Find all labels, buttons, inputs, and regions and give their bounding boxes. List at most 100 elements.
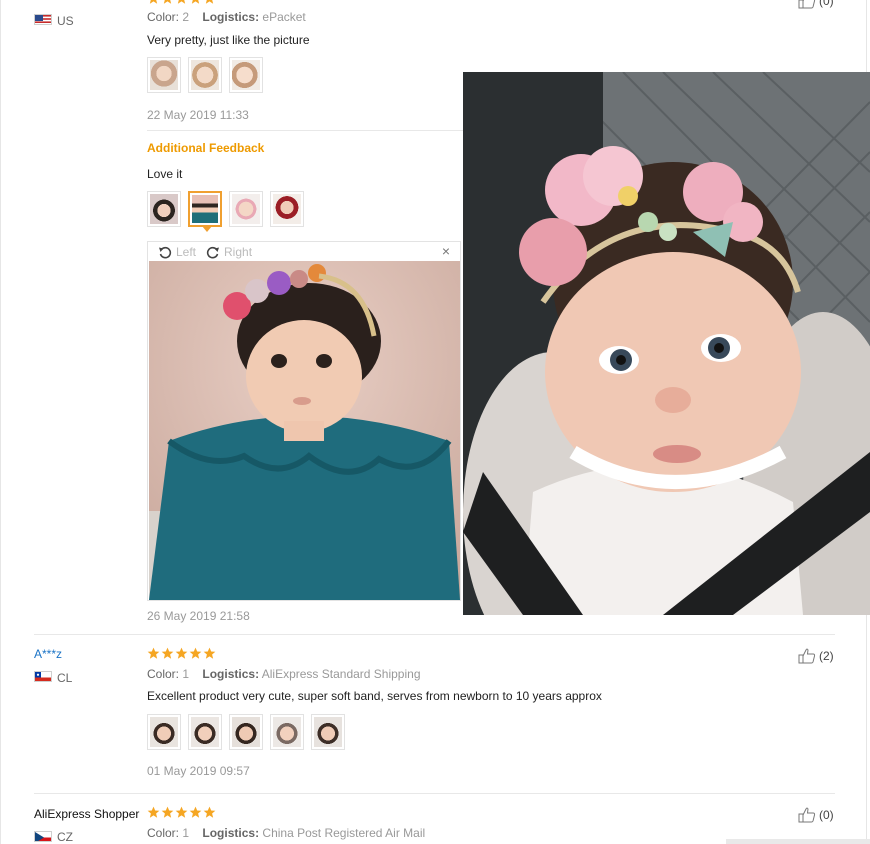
additional-photos [147, 191, 304, 232]
logistics-value: China Post Registered Air Mail [262, 826, 426, 840]
additional-feedback-text: Love it [147, 167, 183, 181]
color-value: 1 [182, 826, 190, 840]
reviewer-name[interactable]: AliExpress Shopper [34, 807, 139, 821]
star-icon [161, 647, 174, 659]
helpful-button[interactable]: (0) [798, 0, 834, 9]
review-photo-thumb[interactable] [229, 714, 263, 750]
additional-photo-thumb[interactable] [270, 191, 304, 227]
star-icon [163, 0, 172, 4]
photo-image [273, 194, 301, 224]
logistics-value: AliExpress Standard Shipping [261, 667, 421, 681]
photo-viewer: Left Right × [147, 241, 461, 601]
review-photo-thumb[interactable] [311, 714, 345, 750]
review-photos [147, 57, 263, 93]
review-text: Very pretty, just like the picture [147, 33, 310, 47]
thumbs-up-icon [798, 648, 816, 664]
star-icon [189, 806, 202, 818]
photo-image [150, 60, 178, 90]
viewer-toolbar: Left Right [148, 242, 460, 261]
rating-stars [147, 0, 216, 6]
review-photos [147, 714, 345, 750]
star-icon [205, 0, 214, 4]
photo-image [232, 717, 260, 747]
star-icon [147, 647, 160, 659]
review-meta: Color: 1 Logistics: AliExpress Standard … [147, 667, 421, 681]
additional-feedback-label: Additional Feedback [147, 141, 265, 155]
page-frame-left [0, 0, 1, 844]
star-icon [203, 806, 216, 818]
helpful-button[interactable]: (0) [798, 807, 834, 823]
rating-stars [147, 806, 216, 820]
photo-image [150, 717, 178, 747]
star-icon [175, 647, 188, 659]
reviewer-country: CZ [57, 830, 73, 844]
reviewer-name[interactable]: ····· [34, 0, 54, 4]
logistics-label: Logistics: [202, 826, 260, 840]
helpful-count: (2) [819, 649, 834, 663]
reviewer-country: CL [57, 671, 73, 685]
logistics-label: Logistics: [202, 667, 260, 681]
logistics-label: Logistics: [202, 10, 260, 24]
scrollbar-track[interactable] [726, 839, 870, 844]
color-label: Color: [147, 10, 180, 24]
star-icon [203, 647, 216, 659]
review-text: Excellent product very cute, super soft … [147, 689, 602, 703]
rating-stars [147, 647, 216, 661]
helpful-count: (0) [819, 0, 834, 8]
flag-cl-icon [34, 671, 52, 682]
review-meta: Color: 1 Logistics: China Post Registere… [147, 826, 425, 840]
rotate-right-icon [206, 246, 220, 258]
review-photo-thumb[interactable] [147, 714, 181, 750]
photo-image [191, 60, 219, 90]
rotate-left-icon [159, 246, 172, 258]
thumbs-up-icon [798, 807, 816, 823]
color-value: 1 [182, 667, 190, 681]
additional-photo-thumb[interactable] [229, 191, 263, 227]
review-photo-thumb[interactable] [188, 57, 222, 93]
star-icon [189, 647, 202, 659]
photo-image [232, 194, 260, 224]
color-value: 2 [182, 10, 190, 24]
review-photo-thumb[interactable] [188, 714, 222, 750]
review-photo-thumb[interactable] [147, 57, 181, 93]
thumbs-up-icon [798, 0, 816, 9]
reviewer-country: US [57, 14, 74, 28]
divider [147, 130, 463, 131]
review-meta: Color: 2 Logistics: ePacket [147, 10, 306, 24]
review-photo-thumb[interactable] [229, 57, 263, 93]
review-photo-thumb[interactable] [270, 714, 304, 750]
helpful-count: (0) [819, 808, 834, 822]
helpful-button[interactable]: (2) [798, 648, 834, 664]
reviewer-name[interactable]: A***z [34, 647, 62, 661]
star-icon [149, 0, 158, 4]
star-icon [177, 0, 186, 4]
rotate-left-button[interactable]: Left [158, 245, 196, 259]
additional-photo-thumb-active[interactable] [188, 191, 222, 232]
photo-image [191, 717, 219, 747]
photo-image [273, 717, 301, 747]
close-icon[interactable]: × [442, 243, 450, 259]
viewer-photo [149, 261, 460, 600]
rotate-right-label: Right [224, 244, 253, 259]
review-date: 01 May 2019 09:57 [147, 764, 250, 778]
photo-image [150, 194, 178, 224]
color-label: Color: [147, 826, 180, 840]
color-label: Color: [147, 667, 180, 681]
rotate-right-button[interactable]: Right [206, 245, 252, 259]
logistics-value: ePacket [262, 10, 306, 24]
photo-image [192, 195, 218, 223]
star-icon [191, 0, 200, 4]
rotate-left-label: Left [176, 244, 197, 259]
photo-image [232, 60, 260, 90]
review-date: 22 May 2019 11:33 [147, 108, 249, 122]
photo-image [314, 717, 342, 747]
star-icon [147, 806, 160, 818]
additional-feedback-date: 26 May 2019 21:58 [147, 609, 250, 623]
flag-cz-icon [34, 831, 52, 842]
star-icon [161, 806, 174, 818]
flag-us-icon [34, 14, 52, 25]
divider [34, 634, 835, 635]
zoomed-photo [463, 72, 870, 615]
star-icon [175, 806, 188, 818]
additional-photo-thumb[interactable] [147, 191, 181, 227]
